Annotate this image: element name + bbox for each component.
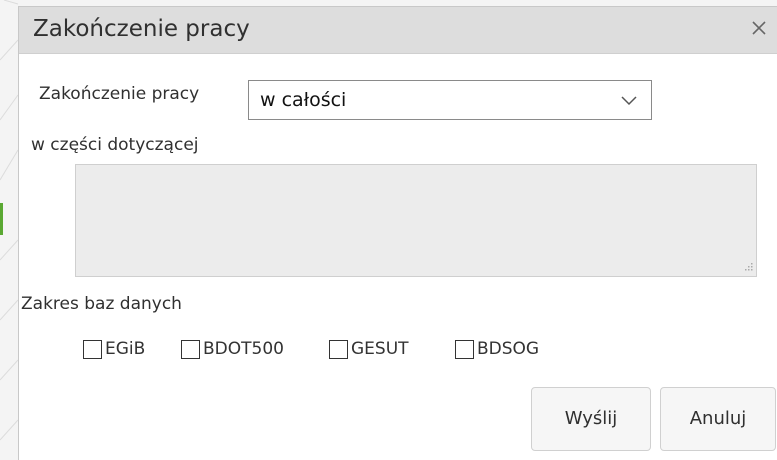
partial-label: w części dotyczącej: [31, 135, 199, 155]
partial-textarea[interactable]: [75, 164, 757, 277]
send-button[interactable]: Wyślij: [531, 387, 651, 451]
databases-label: Zakres baz danych: [21, 294, 182, 314]
map-marker-stripe: [0, 203, 3, 235]
cancel-button[interactable]: Anuluj: [660, 387, 776, 451]
completion-select[interactable]: w całości: [248, 80, 652, 120]
checkbox-label: EGiB: [105, 339, 146, 359]
resize-grip-icon[interactable]: [743, 263, 753, 273]
checkbox-label: BDSOG: [477, 339, 540, 359]
completion-select-value: w całości: [260, 89, 347, 111]
completion-label: Zakończenie pracy: [39, 84, 200, 104]
checkbox-box[interactable]: [181, 340, 200, 359]
checkbox-label: BDOT500: [203, 339, 284, 359]
finish-work-dialog: Zakończenie pracy Zakończenie pracy w ca…: [18, 6, 777, 460]
checkbox-box[interactable]: [329, 340, 348, 359]
checkbox-label: GESUT: [351, 339, 409, 359]
dialog-titlebar[interactable]: Zakończenie pracy: [19, 7, 777, 54]
checkbox-box[interactable]: [83, 340, 102, 359]
chevron-down-icon: [621, 96, 637, 106]
close-icon[interactable]: [747, 16, 771, 40]
dialog-title: Zakończenie pracy: [33, 16, 250, 42]
checkbox-box[interactable]: [455, 340, 474, 359]
